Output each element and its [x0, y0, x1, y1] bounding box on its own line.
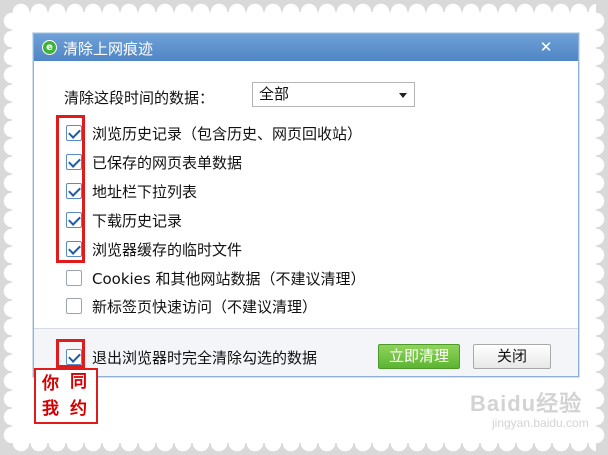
option-label: 已保存的网页表单数据	[92, 154, 243, 172]
checkbox-download-history[interactable]	[66, 212, 82, 228]
scallop-edge-bottom	[12, 434, 596, 452]
checkbox-address-dropdown[interactable]	[66, 183, 82, 199]
browser-logo-icon: e	[42, 40, 57, 55]
scallop-edge-top	[12, 3, 596, 21]
footer-divider	[34, 328, 578, 329]
stamp-char: 你	[42, 374, 59, 394]
stamp-char: 我	[42, 399, 59, 419]
dialog-titlebar[interactable]: e 清除上网痕迹 ✕	[34, 34, 578, 61]
checkbox-cookies[interactable]	[66, 270, 82, 286]
option-label: 浏览历史记录（包含历史、网页回收站）	[92, 125, 363, 143]
stamp-char: 约	[70, 399, 87, 419]
time-range-select[interactable]: 全部	[252, 82, 415, 107]
option-label: Cookies 和其他网站数据（不建议清理）	[92, 270, 366, 288]
option-label: 浏览器缓存的临时文件	[92, 241, 243, 259]
checkbox-cache-files[interactable]	[66, 241, 82, 257]
scallop-edge-left	[3, 12, 21, 443]
watermark-text: Baidu经验	[470, 391, 583, 416]
checkbox-form-data[interactable]	[66, 154, 82, 170]
option-label: 退出浏览器时完全清除勾选的数据	[92, 349, 318, 367]
clear-traces-dialog: e 清除上网痕迹 ✕ 清除这段时间的数据： 全部 浏览历史记录（包含历史、网页回…	[33, 33, 579, 377]
option-label: 地址栏下拉列表	[92, 183, 198, 201]
time-range-label: 清除这段时间的数据：	[64, 89, 215, 107]
chevron-down-icon	[399, 93, 407, 98]
option-label: 新标签页快速访问（不建议清理）	[92, 298, 318, 316]
baidu-watermark: Baidu经验 jingyan.baidu.com	[470, 386, 589, 430]
scallop-edge-right	[587, 12, 605, 443]
watermark-sub: jingyan.baidu.com	[492, 416, 589, 430]
time-range-value: 全部	[259, 85, 290, 103]
close-icon[interactable]: ✕	[524, 38, 568, 57]
clean-now-button[interactable]: 立即清理	[378, 344, 460, 369]
close-button[interactable]: 关闭	[473, 344, 551, 369]
checkbox-clear-on-exit[interactable]	[66, 349, 82, 365]
checkbox-new-tab-quick-access[interactable]	[66, 298, 82, 314]
dialog-title: 清除上网痕迹	[63, 40, 154, 58]
option-label: 下载历史记录	[92, 212, 183, 230]
stamp-char: 同	[70, 372, 87, 392]
author-seal-stamp: 你 同 我 约	[34, 368, 98, 424]
checkbox-browsing-history[interactable]	[66, 125, 82, 141]
